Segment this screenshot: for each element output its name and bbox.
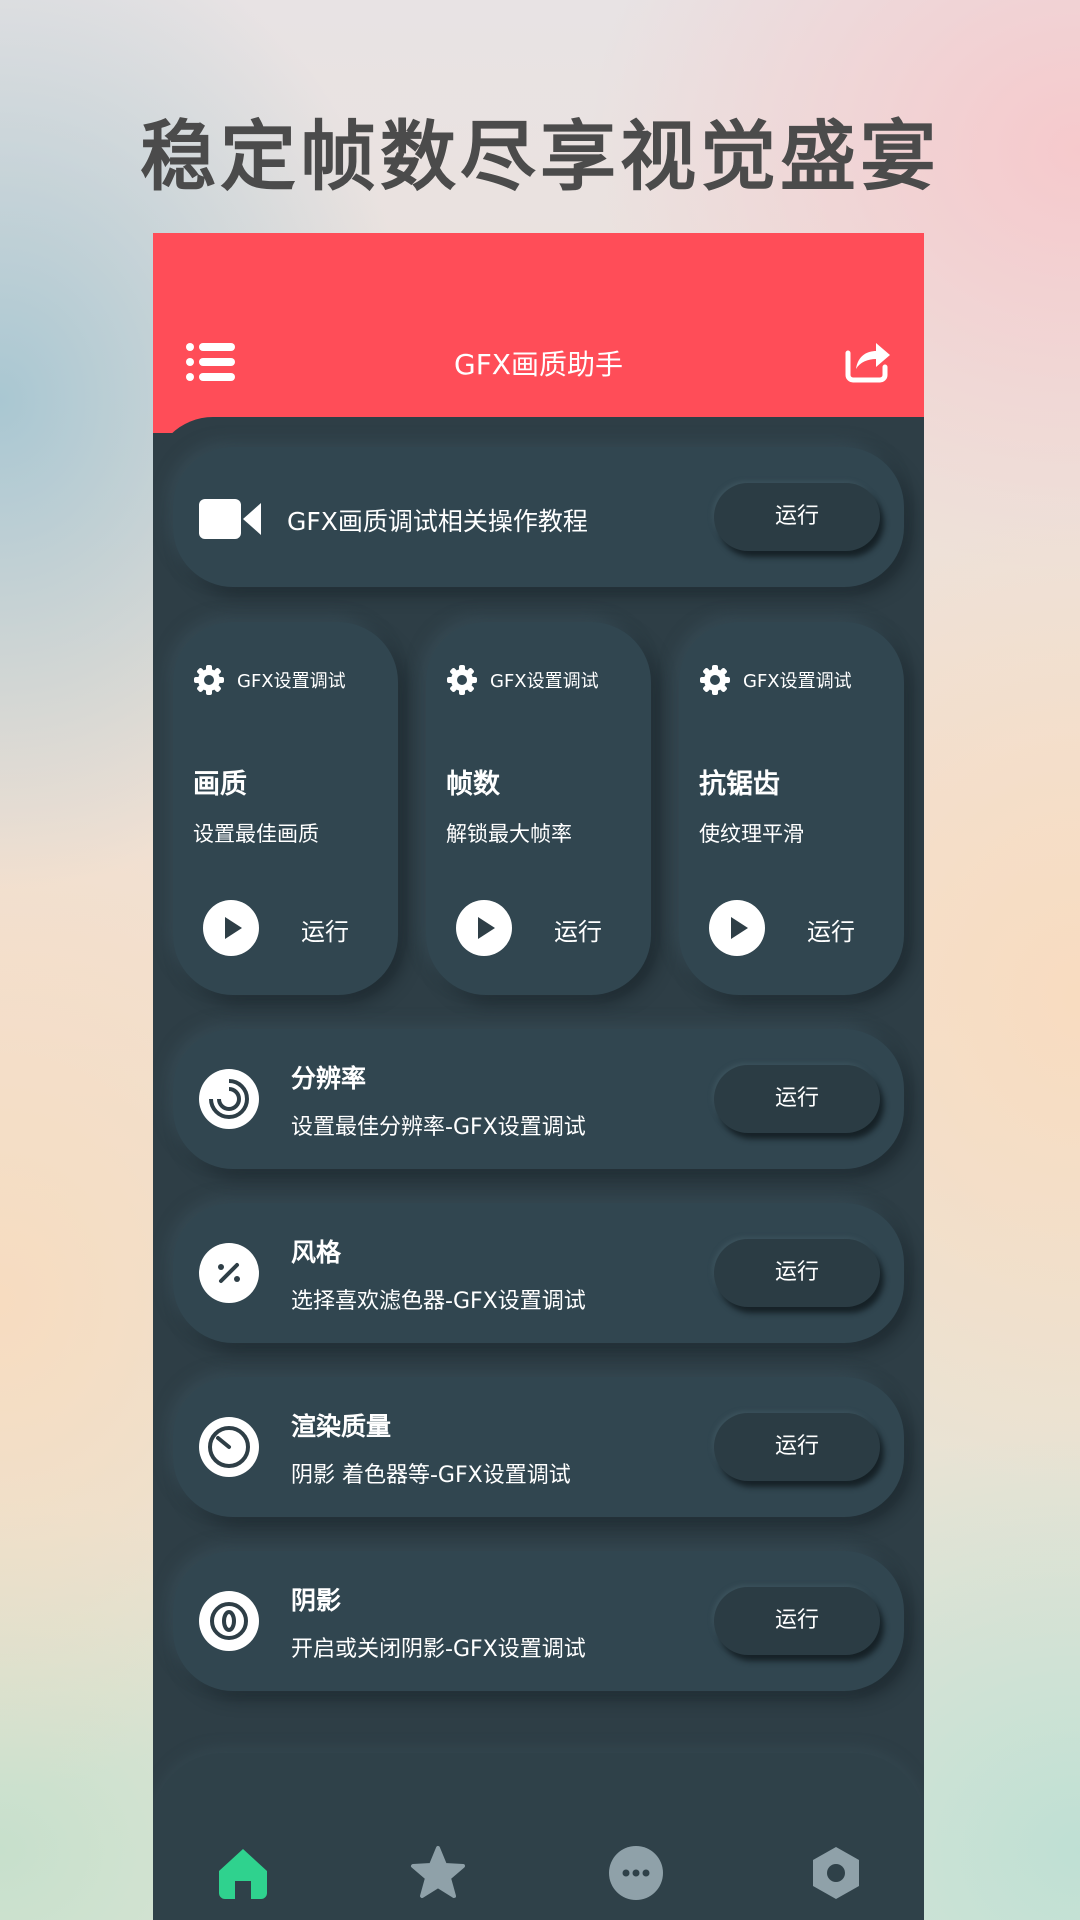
tutorial-card[interactable]: GFX画质调试相关操作教程 运行: [173, 447, 904, 587]
hexagon-icon[interactable]: [808, 1845, 864, 1901]
tutorial-label: GFX画质调试相关操作教程: [287, 507, 588, 536]
tile-title: 画质: [193, 769, 247, 800]
row-subtitle: 开启或关闭阴影-GFX设置调试: [291, 1637, 586, 1662]
tile-framerate[interactable]: GFX设置调试 帧数 解锁最大帧率 运行: [426, 622, 651, 995]
row-run-button[interactable]: 运行: [714, 1587, 880, 1655]
row-subtitle: 设置最佳分辨率-GFX设置调试: [291, 1115, 586, 1140]
row-shadow[interactable]: 阴影 开启或关闭阴影-GFX设置调试 运行: [173, 1551, 904, 1691]
tile-header: GFX设置调试: [237, 671, 346, 692]
row-title: 风格: [291, 1238, 342, 1267]
play-icon[interactable]: [203, 900, 259, 956]
resolution-icon: [199, 1069, 259, 1129]
row-style[interactable]: 风格 选择喜欢滤色器-GFX设置调试 运行: [173, 1203, 904, 1343]
zero-circle-icon: [199, 1591, 259, 1651]
gauge-icon: [199, 1417, 259, 1477]
tile-header: GFX设置调试: [490, 671, 599, 692]
row-run-button[interactable]: 运行: [714, 1065, 880, 1133]
row-subtitle: 阴影 着色器等-GFX设置调试: [291, 1463, 571, 1488]
tile-subtitle: 使纹理平滑: [699, 822, 804, 846]
row-render-quality[interactable]: 渲染质量 阴影 着色器等-GFX设置调试 运行: [173, 1377, 904, 1517]
tutorial-run-button[interactable]: 运行: [714, 483, 880, 551]
gear-icon: [194, 665, 224, 695]
app-bar: GFX画质助手: [153, 233, 924, 433]
app-screen: GFX画质助手 GFX画质调试相关操作教程 运行 GFX设置调试 画质 设置最佳…: [153, 233, 924, 1920]
row-resolution[interactable]: 分辨率 设置最佳分辨率-GFX设置调试 运行: [173, 1029, 904, 1169]
row-title: 渲染质量: [291, 1412, 392, 1441]
tile-header: GFX设置调试: [743, 671, 852, 692]
bottom-nav: [153, 1753, 924, 1920]
tile-quality[interactable]: GFX设置调试 画质 设置最佳画质 运行: [173, 622, 398, 995]
tile-title: 抗锯齿: [699, 769, 780, 800]
play-icon[interactable]: [456, 900, 512, 956]
row-subtitle: 选择喜欢滤色器-GFX设置调试: [291, 1289, 586, 1314]
tile-subtitle: 设置最佳画质: [193, 822, 319, 846]
row-title: 阴影: [291, 1586, 342, 1615]
gear-icon: [447, 665, 477, 695]
row-run-button[interactable]: 运行: [714, 1239, 880, 1307]
tile-run-button[interactable]: 运行: [554, 912, 602, 947]
row-run-button[interactable]: 运行: [714, 1413, 880, 1481]
share-icon[interactable]: [842, 335, 892, 385]
tile-title: 帧数: [446, 769, 500, 800]
tile-run-button[interactable]: 运行: [807, 912, 855, 947]
tile-run-button[interactable]: 运行: [301, 912, 349, 947]
star-icon[interactable]: [410, 1845, 466, 1901]
content-panel: GFX画质调试相关操作教程 运行 GFX设置调试 画质 设置最佳画质 运行 GF…: [153, 417, 924, 1920]
home-icon[interactable]: [215, 1845, 271, 1901]
gear-icon: [700, 665, 730, 695]
video-camera-icon: [199, 499, 261, 543]
tile-antialias[interactable]: GFX设置调试 抗锯齿 使纹理平滑 运行: [679, 622, 904, 995]
promo-headline: 稳定帧数尽享视觉盛宴: [140, 112, 940, 201]
percent-icon: [199, 1243, 259, 1303]
app-title: GFX画质助手: [454, 348, 623, 381]
play-icon[interactable]: [709, 900, 765, 956]
more-icon[interactable]: [608, 1845, 664, 1901]
tile-subtitle: 解锁最大帧率: [446, 822, 572, 846]
row-title: 分辨率: [291, 1064, 367, 1093]
